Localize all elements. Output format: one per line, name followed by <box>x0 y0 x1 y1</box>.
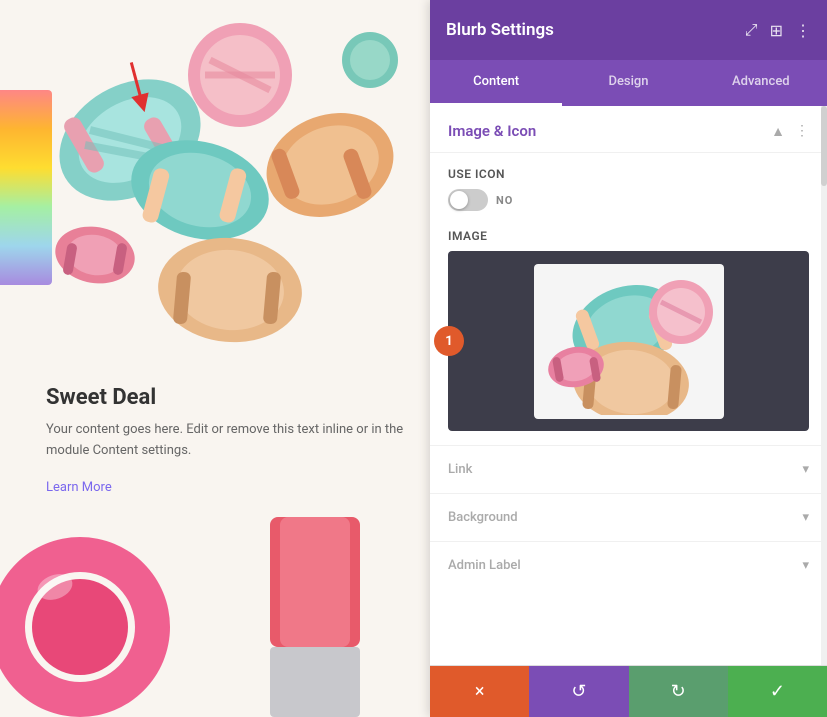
use-icon-field: Use Icon NO <box>430 153 827 225</box>
image-preview-inner <box>534 264 724 419</box>
header-icons: ⤢ ⊞ ⋮ <box>745 20 811 40</box>
save-button[interactable]: ✓ <box>728 666 827 717</box>
settings-title: Blurb Settings <box>446 20 554 40</box>
use-icon-toggle[interactable] <box>448 189 488 211</box>
image-preview-wrapper: 1 <box>448 251 809 431</box>
background-section-label: Background <box>448 510 518 525</box>
cancel-button[interactable]: × <box>430 666 529 717</box>
pink-donut-illustration <box>0 497 190 717</box>
tab-design[interactable]: Design <box>562 60 694 106</box>
more-options-icon[interactable]: ⋮ <box>795 21 811 40</box>
undo-icon: ↺ <box>571 681 586 702</box>
body-text: Your content goes here. Edit or remove t… <box>46 420 416 462</box>
undo-button[interactable]: ↺ <box>529 666 628 717</box>
tabs-bar: Content Design Advanced <box>430 60 827 106</box>
page-title: Sweet Deal <box>46 385 416 410</box>
step-badge: 1 <box>434 326 464 356</box>
image-icon-section-header: Image & Icon ▲ ⋮ <box>430 106 827 153</box>
background-chevron-icon: ▾ <box>802 510 809 525</box>
candy-preview-svg <box>536 267 721 415</box>
background-section[interactable]: Background ▾ <box>430 493 827 541</box>
link-section-label: Link <box>448 462 472 477</box>
collapse-icon[interactable]: ▲ <box>771 123 785 140</box>
settings-header: Blurb Settings ⤢ ⊞ ⋮ <box>430 0 827 60</box>
use-icon-label: Use Icon <box>448 167 809 181</box>
learn-more-link[interactable]: Learn More <box>46 480 112 495</box>
link-section[interactable]: Link ▾ <box>430 445 827 493</box>
admin-label-section-label: Admin Label <box>448 558 521 573</box>
scroll-thumb[interactable] <box>821 106 827 186</box>
image-field-row: Image 1 <box>430 225 827 445</box>
page-content: Sweet Deal Your content goes here. Edit … <box>0 0 430 717</box>
candy-illustration-top <box>0 0 430 380</box>
tab-content[interactable]: Content <box>430 60 562 106</box>
settings-body: Image & Icon ▲ ⋮ Use Icon NO Image 1 <box>430 106 827 665</box>
bottom-bar: × ↺ ↻ ✓ <box>430 665 827 717</box>
bottom-right-candy <box>250 517 380 717</box>
admin-label-section[interactable]: Admin Label ▾ <box>430 541 827 589</box>
toggle-state-label: NO <box>496 194 513 207</box>
image-label: Image <box>448 229 809 243</box>
section-more-icon[interactable]: ⋮ <box>795 123 809 139</box>
link-chevron-icon: ▾ <box>802 462 809 477</box>
scroll-track <box>821 106 827 665</box>
expand-icon[interactable]: ⤢ <box>745 20 758 40</box>
redo-button[interactable]: ↻ <box>629 666 728 717</box>
toggle-row: NO <box>448 189 809 211</box>
tab-advanced[interactable]: Advanced <box>695 60 827 106</box>
columns-icon[interactable]: ⊞ <box>770 21 783 40</box>
settings-panel: Blurb Settings ⤢ ⊞ ⋮ Content Design Adva… <box>430 0 827 717</box>
toggle-knob <box>450 191 468 209</box>
save-icon: ✓ <box>770 681 785 702</box>
cancel-icon: × <box>475 681 485 702</box>
text-section: Sweet Deal Your content goes here. Edit … <box>46 385 416 495</box>
admin-label-chevron-icon: ▾ <box>802 558 809 573</box>
redo-icon: ↻ <box>671 681 686 702</box>
section-title-image-icon: Image & Icon <box>448 122 536 140</box>
section-header-icons: ▲ ⋮ <box>771 123 809 140</box>
image-preview-container[interactable] <box>448 251 809 431</box>
